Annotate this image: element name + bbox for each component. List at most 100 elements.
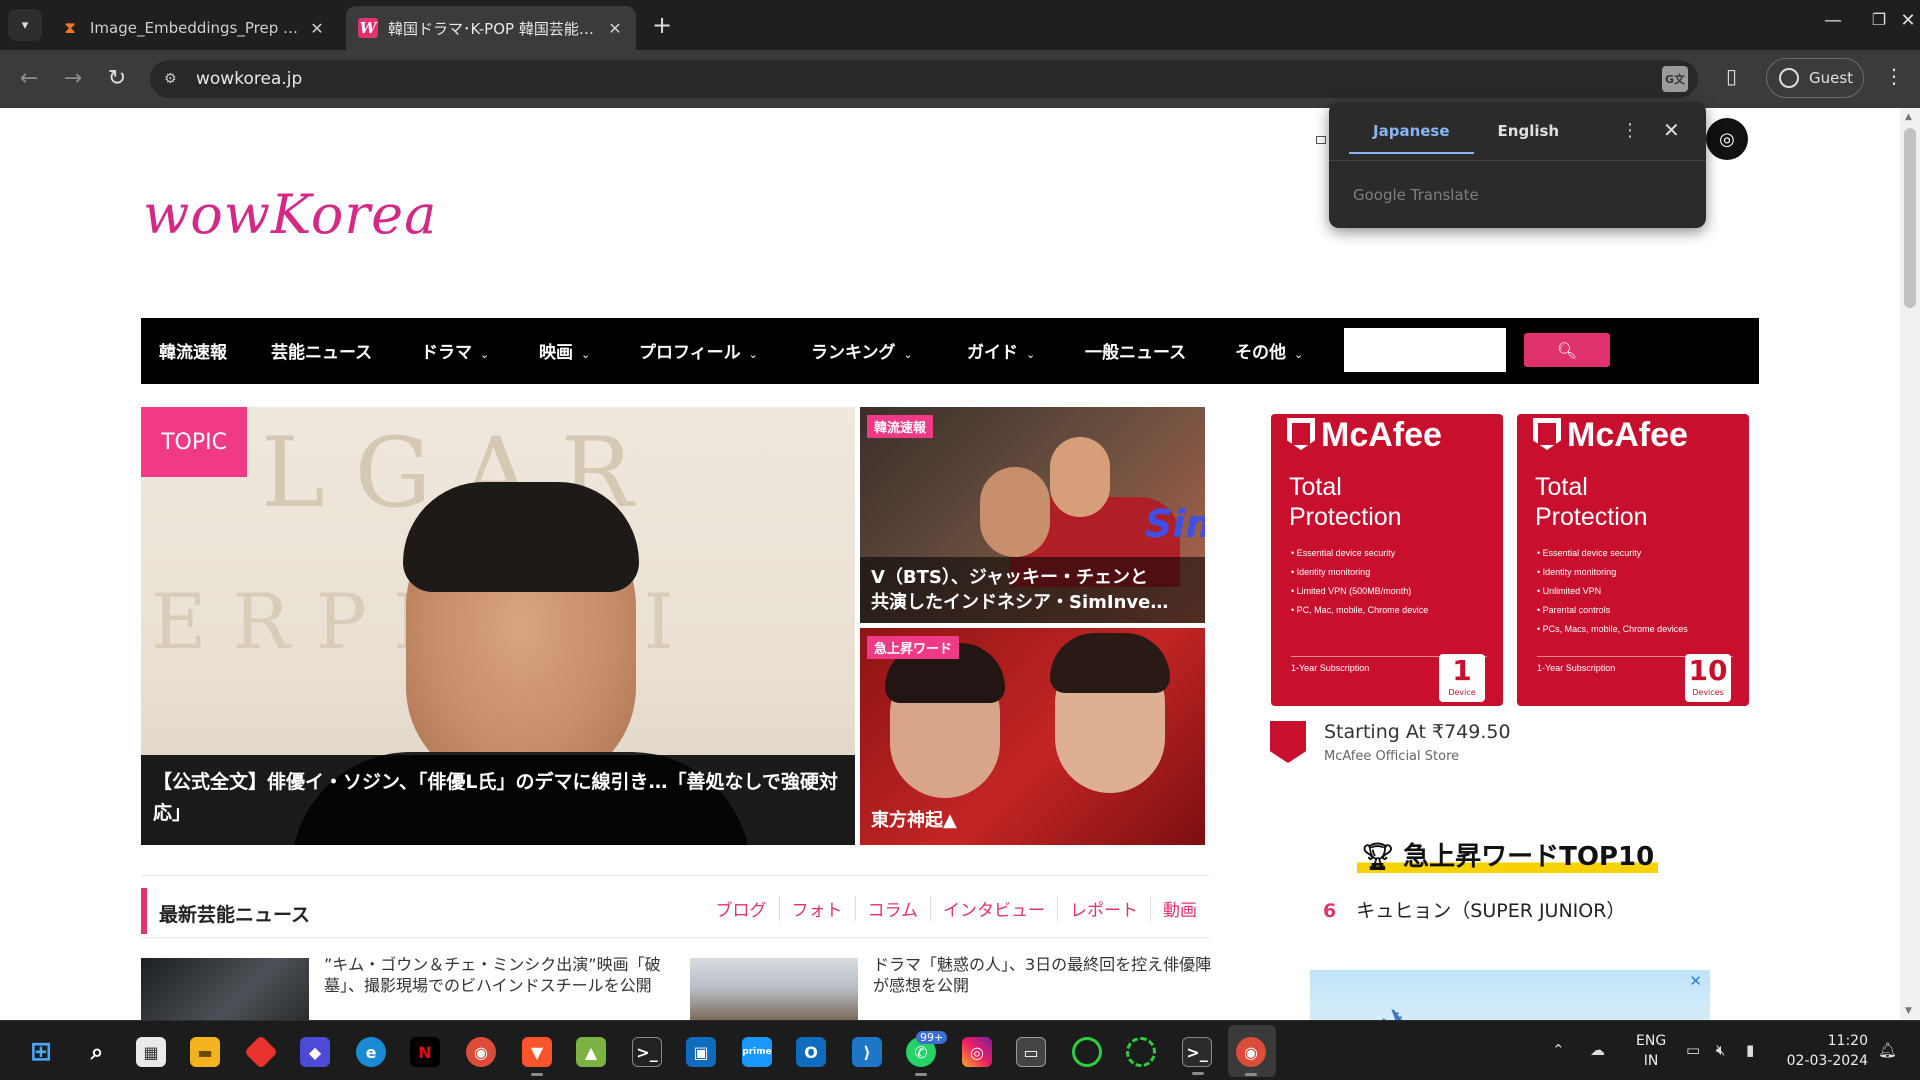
app-window-icon[interactable]: ▭ [1016, 1037, 1046, 1067]
link-interview[interactable]: インタビュー [930, 896, 1057, 921]
search-icon[interactable]: ⌕ [82, 1037, 112, 1067]
back-button[interactable]: ← [14, 64, 44, 94]
close-icon[interactable]: ✕ [308, 19, 326, 38]
news-headline[interactable]: ドラマ「魅惑の人」、3日の最終回を控え俳優陣が感想を公開 [873, 954, 1213, 996]
photos-icon[interactable]: ▲ [576, 1037, 606, 1067]
link-video[interactable]: 動画 [1150, 896, 1209, 921]
close-window-button[interactable]: ✕ [1896, 10, 1920, 31]
scrollbar-thumb[interactable] [1904, 128, 1916, 308]
banner-ad[interactable]: ✕ ✈ [1310, 970, 1710, 1020]
link-blog[interactable]: ブログ [704, 896, 779, 921]
nav-item-geinou-news[interactable]: 芸能ニュース [271, 338, 372, 363]
tab-japanese[interactable]: Japanese [1349, 116, 1474, 154]
main-nav: 韓流速報 芸能ニュース ドラマ ⌄ 映画 ⌄ プロフィール ⌄ ランキング ⌄ ガイド ⌄… [141, 318, 1759, 384]
prime-video-icon[interactable]: prime [742, 1037, 772, 1067]
notification-bell-icon[interactable]: 🔔︎ [1878, 1041, 1897, 1059]
battery-icon[interactable]: ▮ [1746, 1041, 1754, 1059]
search-input[interactable] [1344, 328, 1506, 372]
side-panel-icon[interactable]: ▯ [1726, 64, 1737, 88]
menu-icon[interactable]: ⋮ [1884, 64, 1904, 88]
loading-ring-icon[interactable] [1072, 1037, 1102, 1067]
tab-jupyter[interactable]: ⧗ Image_Embeddings_Prep - Jupyter ✕ [48, 6, 338, 50]
tab-english[interactable]: English [1474, 116, 1584, 154]
hero-article[interactable]: LGAR ERPENTI TOPIC 【公式全文】俳優イ・ソジン、「俳優L氏」の… [141, 407, 855, 845]
mcafee-ad[interactable]: McAfee TotalProtection Essential device … [1265, 410, 1757, 710]
ad-footer[interactable]: Starting At ₹749.50 McAfee Official Stor… [1268, 709, 1758, 769]
ad-product-card[interactable]: McAfee TotalProtection Essential device … [1271, 414, 1503, 706]
side-article-caption[interactable]: V（BTS）、ジャッキー・チェンと 共演したインドネシア・SimInve… [860, 557, 1205, 623]
close-icon[interactable]: ✕ [1663, 118, 1680, 142]
side-article-caption[interactable]: 東方神起▲ [860, 800, 1205, 845]
netflix-icon[interactable]: N [410, 1037, 440, 1067]
scroll-down-icon[interactable]: ▼ [1905, 1006, 1912, 1016]
volume-muted-icon[interactable]: 🔇︎ [1716, 1041, 1725, 1059]
clock[interactable]: 11:20 02-03-2024 [1780, 1031, 1868, 1071]
close-icon[interactable]: ✕ [1689, 972, 1702, 990]
brave-icon[interactable]: ▼ [522, 1037, 552, 1076]
nav-item-guide[interactable]: ガイド ⌄ [967, 338, 1035, 363]
chrome-icon[interactable]: ◉ [466, 1037, 496, 1067]
chrome-icon[interactable]: ◉ [1236, 1037, 1266, 1076]
widgets-icon[interactable]: ▦ [136, 1037, 166, 1067]
close-icon[interactable]: ✕ [606, 19, 624, 38]
section-links: ブログ フォト コラム インタビュー レポート 動画 [704, 896, 1210, 921]
url-text[interactable]: wowkorea.jp [196, 69, 302, 89]
trending-text[interactable]: キュヒョン（SUPER JUNIOR） [1356, 900, 1625, 922]
minimize-button[interactable]: — [1810, 10, 1856, 31]
side-article-1[interactable]: Sim 韓流速報 V（BTS）、ジャッキー・チェンと 共演したインドネシア・Si… [860, 407, 1205, 623]
search-button[interactable]: 🔍︎ [1524, 333, 1610, 367]
profile-button[interactable]: Guest [1766, 58, 1864, 98]
mcafee-shield-icon [1270, 721, 1306, 763]
avatar-icon [1779, 68, 1799, 88]
language-indicator[interactable]: ENG IN [1636, 1031, 1666, 1071]
side-article-2[interactable]: 急上昇ワード 東方神起▲ [860, 628, 1205, 845]
trending-item[interactable]: 6 キュヒョン（SUPER JUNIOR） [1323, 896, 1625, 923]
copilot-icon[interactable]: ◆ [300, 1037, 330, 1067]
new-tab-button[interactable]: + [652, 12, 672, 38]
page-scrollbar[interactable]: ▲ ▼ [1900, 108, 1920, 1020]
ad-product-card[interactable]: McAfee TotalProtection Essential device … [1517, 414, 1749, 706]
news-headline[interactable]: ”キム・ゴウン＆チェ・ミンシク出演”映画「破墓」、撮影現場でのビハインドスチール… [324, 954, 664, 996]
site-logo[interactable]: wowKorea [143, 183, 437, 246]
cloud-icon[interactable]: ☁ [1590, 1041, 1605, 1059]
hero-caption[interactable]: 【公式全文】俳優イ・ソジン、「俳優L氏」のデマに線引き…「善処なしで強硬対応」 [141, 755, 855, 845]
edge-icon[interactable]: e [356, 1037, 386, 1067]
site-info-icon[interactable]: ⚙ [164, 71, 182, 87]
forward-button[interactable]: → [58, 64, 88, 94]
nav-item-drama[interactable]: ドラマ ⌄ [421, 338, 489, 363]
vscode-icon[interactable]: ⟩ [852, 1037, 882, 1067]
nav-item-movie[interactable]: 映画 ⌄ [539, 338, 590, 363]
link-column[interactable]: コラム [854, 896, 931, 921]
nav-item-other[interactable]: その他 ⌄ [1235, 338, 1303, 363]
app-red-icon[interactable] [244, 1035, 278, 1069]
app-blue-icon[interactable]: ▣ [686, 1037, 716, 1067]
outlook-icon[interactable]: O [796, 1037, 826, 1067]
link-report[interactable]: レポート [1057, 896, 1150, 921]
nav-item-profile[interactable]: プロフィール ⌄ [639, 338, 758, 363]
monitor-icon[interactable]: ▭ [1686, 1041, 1700, 1059]
instagram-icon[interactable]: ◎ [962, 1037, 992, 1067]
chevron-down-icon: ⌄ [581, 348, 591, 361]
scroll-up-icon[interactable]: ▲ [1905, 112, 1912, 122]
windows-start-icon[interactable]: ⊞ [26, 1037, 56, 1067]
news-thumbnail[interactable] [141, 958, 309, 1020]
link-photo[interactable]: フォト [778, 896, 855, 921]
chevron-up-icon[interactable]: ⌃ [1552, 1041, 1565, 1059]
tab-search-button[interactable]: ▾ [8, 9, 42, 41]
terminal-icon[interactable]: >_ [632, 1037, 662, 1067]
ad-store: McAfee Official Store [1324, 749, 1460, 764]
translate-icon[interactable]: G文 [1662, 66, 1688, 92]
nav-item-general-news[interactable]: 一般ニュース [1085, 338, 1186, 363]
news-thumbnail[interactable] [690, 958, 858, 1020]
file-explorer-icon[interactable]: ▬ [190, 1037, 220, 1067]
more-options-icon[interactable]: ⋮ [1621, 120, 1639, 141]
reload-button[interactable]: ↻ [102, 64, 132, 94]
tab-wowkorea[interactable]: W 韓国ドラマ･K-POP 韓国芸能ならwowKorea ✕ [346, 6, 636, 50]
loading-ring-icon[interactable] [1126, 1037, 1156, 1067]
nav-item-kanryu[interactable]: 韓流速報 [159, 338, 227, 363]
ad-price[interactable]: Starting At ₹749.50 [1324, 721, 1511, 743]
instagram-icon[interactable]: ◎ [1706, 118, 1748, 160]
nav-item-ranking[interactable]: ランキング ⌄ [811, 338, 913, 363]
terminal-icon[interactable]: >_ [1182, 1037, 1212, 1075]
address-bar[interactable]: ⚙ wowkorea.jp G文 [150, 60, 1698, 98]
